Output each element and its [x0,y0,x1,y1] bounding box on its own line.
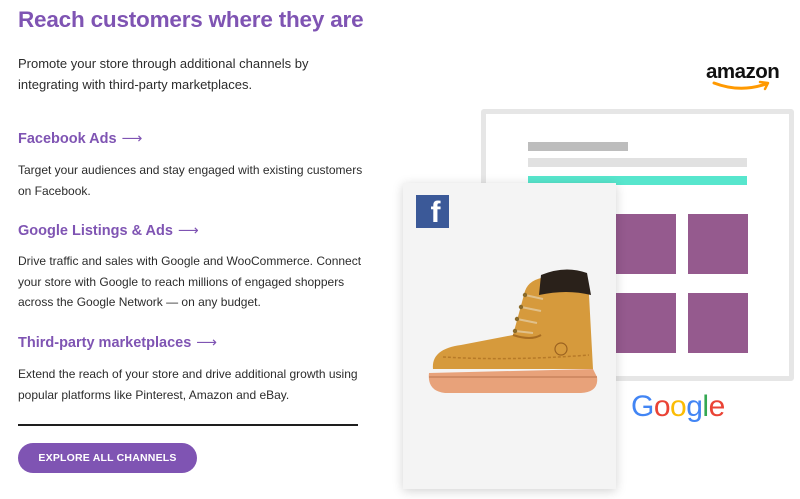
boot-image [428,269,598,393]
google-letter: o [670,390,687,423]
facebook-ads-link-label: Facebook Ads [18,131,117,147]
third-party-marketplaces-link[interactable]: Third-party marketplaces ⟶ [18,335,217,351]
product-tile [616,214,676,274]
google-logo: Google [631,390,725,424]
third-party-link-label: Third-party marketplaces [18,335,192,351]
product-tile [688,214,748,274]
amazon-smile-icon [712,80,770,91]
google-letter: e [708,390,726,423]
facebook-letter: f [430,196,441,229]
product-tile [688,293,748,353]
google-listings-description: Drive traffic and sales with Google and … [18,254,362,309]
facebook-product-card: f [403,183,616,489]
facebook-ads-link[interactable]: Facebook Ads ⟶ [18,131,142,147]
intro-text: Promote your store through additional ch… [18,56,309,92]
amazon-logo: amazon [706,60,790,92]
google-listings-link-label: Google Listings & Ads [18,223,173,239]
page-title: Reach customers where they are [18,7,364,32]
product-tile [616,293,676,353]
arrow-right-icon: ⟶ [177,223,199,239]
placeholder-bar [528,158,747,167]
explore-all-channels-button[interactable]: EXPLORE ALL CHANNELS [18,443,197,473]
placeholder-bar [528,142,628,151]
arrow-right-icon: ⟶ [196,335,218,351]
google-letter: o [653,390,671,423]
google-letter: G [631,390,654,423]
facebook-ads-description: Target your audiences and stay engaged w… [18,163,363,198]
facebook-icon: f [416,195,449,228]
google-letter: g [686,390,703,423]
divider [18,424,358,426]
third-party-description: Extend the reach of your store and drive… [18,367,358,402]
arrow-right-icon: ⟶ [121,131,143,147]
google-listings-link[interactable]: Google Listings & Ads ⟶ [18,223,199,239]
